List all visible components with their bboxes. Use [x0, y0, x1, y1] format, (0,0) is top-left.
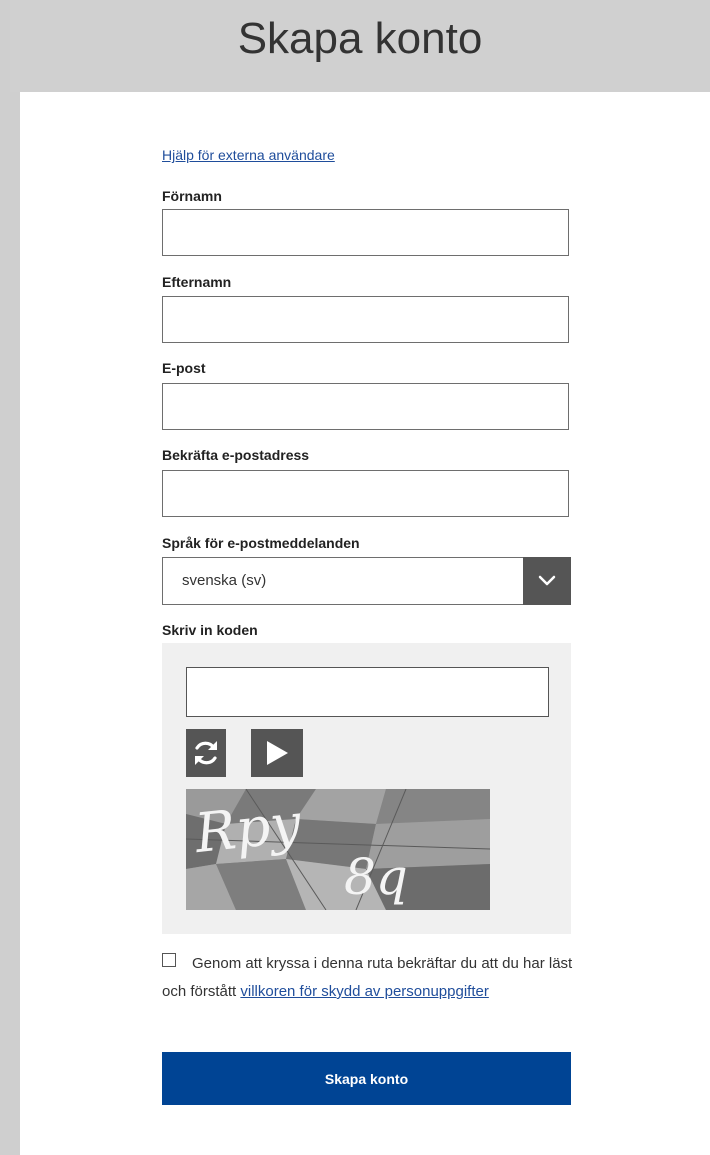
captcha-text-part-2: 8q [344, 848, 408, 906]
last-name-label: Efternamn [162, 274, 232, 290]
captcha-label: Skriv in koden [162, 622, 258, 638]
captcha-text-part-1: Rpy [191, 791, 305, 865]
captcha-image: Rpy 8q [186, 789, 490, 910]
chevron-down-icon[interactable] [523, 557, 571, 605]
confirm-email-field[interactable] [162, 470, 569, 517]
captcha-input[interactable] [186, 667, 549, 717]
first-name-label: Förnamn [162, 188, 222, 204]
captcha-panel: Rpy 8q [162, 643, 571, 934]
email-field[interactable] [162, 383, 569, 430]
refresh-icon[interactable] [186, 729, 226, 777]
consent-text: Genom att kryssa i denna ruta bekräftar … [162, 950, 574, 1006]
first-name-field[interactable] [162, 209, 569, 256]
language-label: Språk för e-postmeddelanden [162, 535, 360, 551]
create-account-button[interactable]: Skapa konto [162, 1052, 571, 1105]
confirm-email-label: Bekräfta e-postadress [162, 447, 310, 463]
page-header: Skapa konto [10, 0, 710, 92]
last-name-field[interactable] [162, 296, 569, 343]
help-link[interactable]: Hjälp för externa användare [162, 147, 335, 163]
privacy-terms-link[interactable]: villkoren för skydd av personuppgifter [240, 983, 488, 1000]
email-label: E-post [162, 360, 206, 376]
language-select-value: svenska (sv) [182, 572, 267, 589]
page-title: Skapa konto [237, 14, 483, 63]
language-select[interactable]: svenska (sv) [162, 557, 571, 605]
play-icon[interactable] [251, 729, 303, 777]
